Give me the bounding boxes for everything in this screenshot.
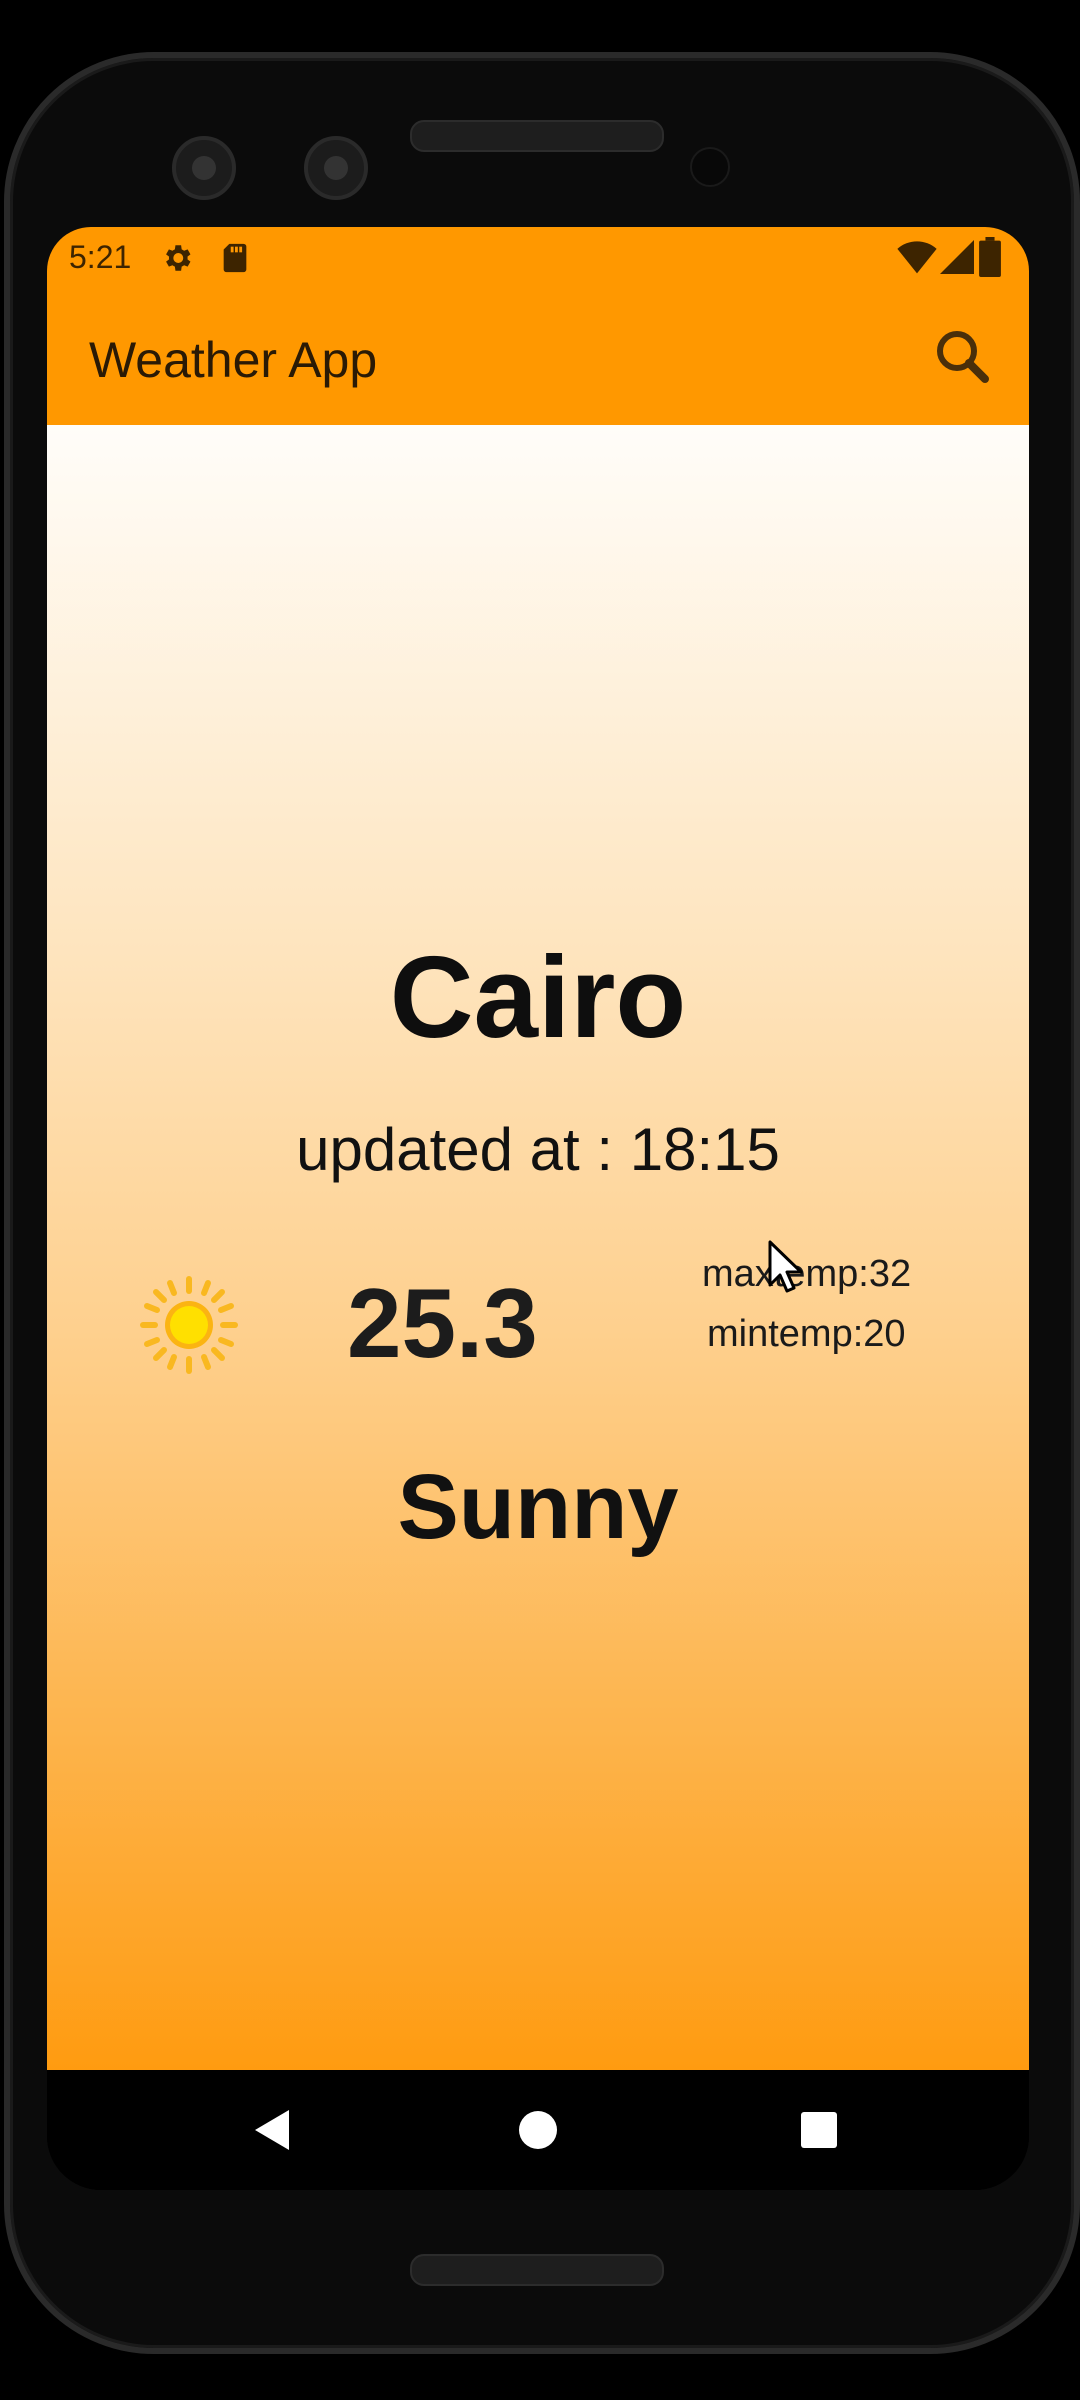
- app-bar: Weather App: [47, 287, 1029, 425]
- signal-icon: [940, 240, 974, 274]
- home-icon: [519, 2111, 557, 2149]
- current-temperature: 25.3: [347, 1268, 538, 1378]
- phone-device: 5:21 Weather App Cairo updated at: 18:1…: [0, 0, 1080, 2400]
- app-title: Weather App: [89, 332, 378, 388]
- sun-icon: [140, 1276, 238, 1374]
- status-time: 5:21: [69, 239, 132, 275]
- recents-button[interactable]: [779, 2090, 859, 2170]
- recents-icon: [801, 2112, 837, 2148]
- back-button[interactable]: [233, 2090, 313, 2170]
- weather-content: Cairo updated at : 18:15 25.3 maxtemp:32…: [47, 425, 1029, 2070]
- proximity-sensor: [690, 147, 730, 187]
- screen: 5:21 Weather App Cairo updated at: 18:1…: [47, 227, 1029, 2190]
- city-name: Cairo: [389, 932, 687, 1062]
- battery-icon: [979, 237, 1001, 277]
- home-button[interactable]: [498, 2090, 578, 2170]
- max-temperature: maxtemp:32: [702, 1253, 912, 1295]
- status-bar: 5:21: [47, 227, 1029, 287]
- earpiece-speaker: [410, 120, 664, 152]
- search-icon: [937, 331, 989, 383]
- bottom-speaker: [410, 2254, 664, 2286]
- front-camera-icon: [304, 136, 368, 200]
- min-temperature: mintemp:20: [707, 1313, 906, 1355]
- back-icon: [255, 2110, 289, 2150]
- weather-condition: Sunny: [397, 1456, 679, 1558]
- navigation-bar: [47, 2070, 1029, 2190]
- search-button[interactable]: [919, 311, 1009, 401]
- updated-time: updated at : 18:15: [296, 1116, 780, 1183]
- sd-card-icon: [223, 243, 247, 273]
- wifi-icon: [897, 241, 937, 274]
- mouse-cursor-icon: [768, 1240, 803, 1293]
- front-camera-icon: [172, 136, 236, 200]
- gear-icon: [166, 245, 191, 271]
